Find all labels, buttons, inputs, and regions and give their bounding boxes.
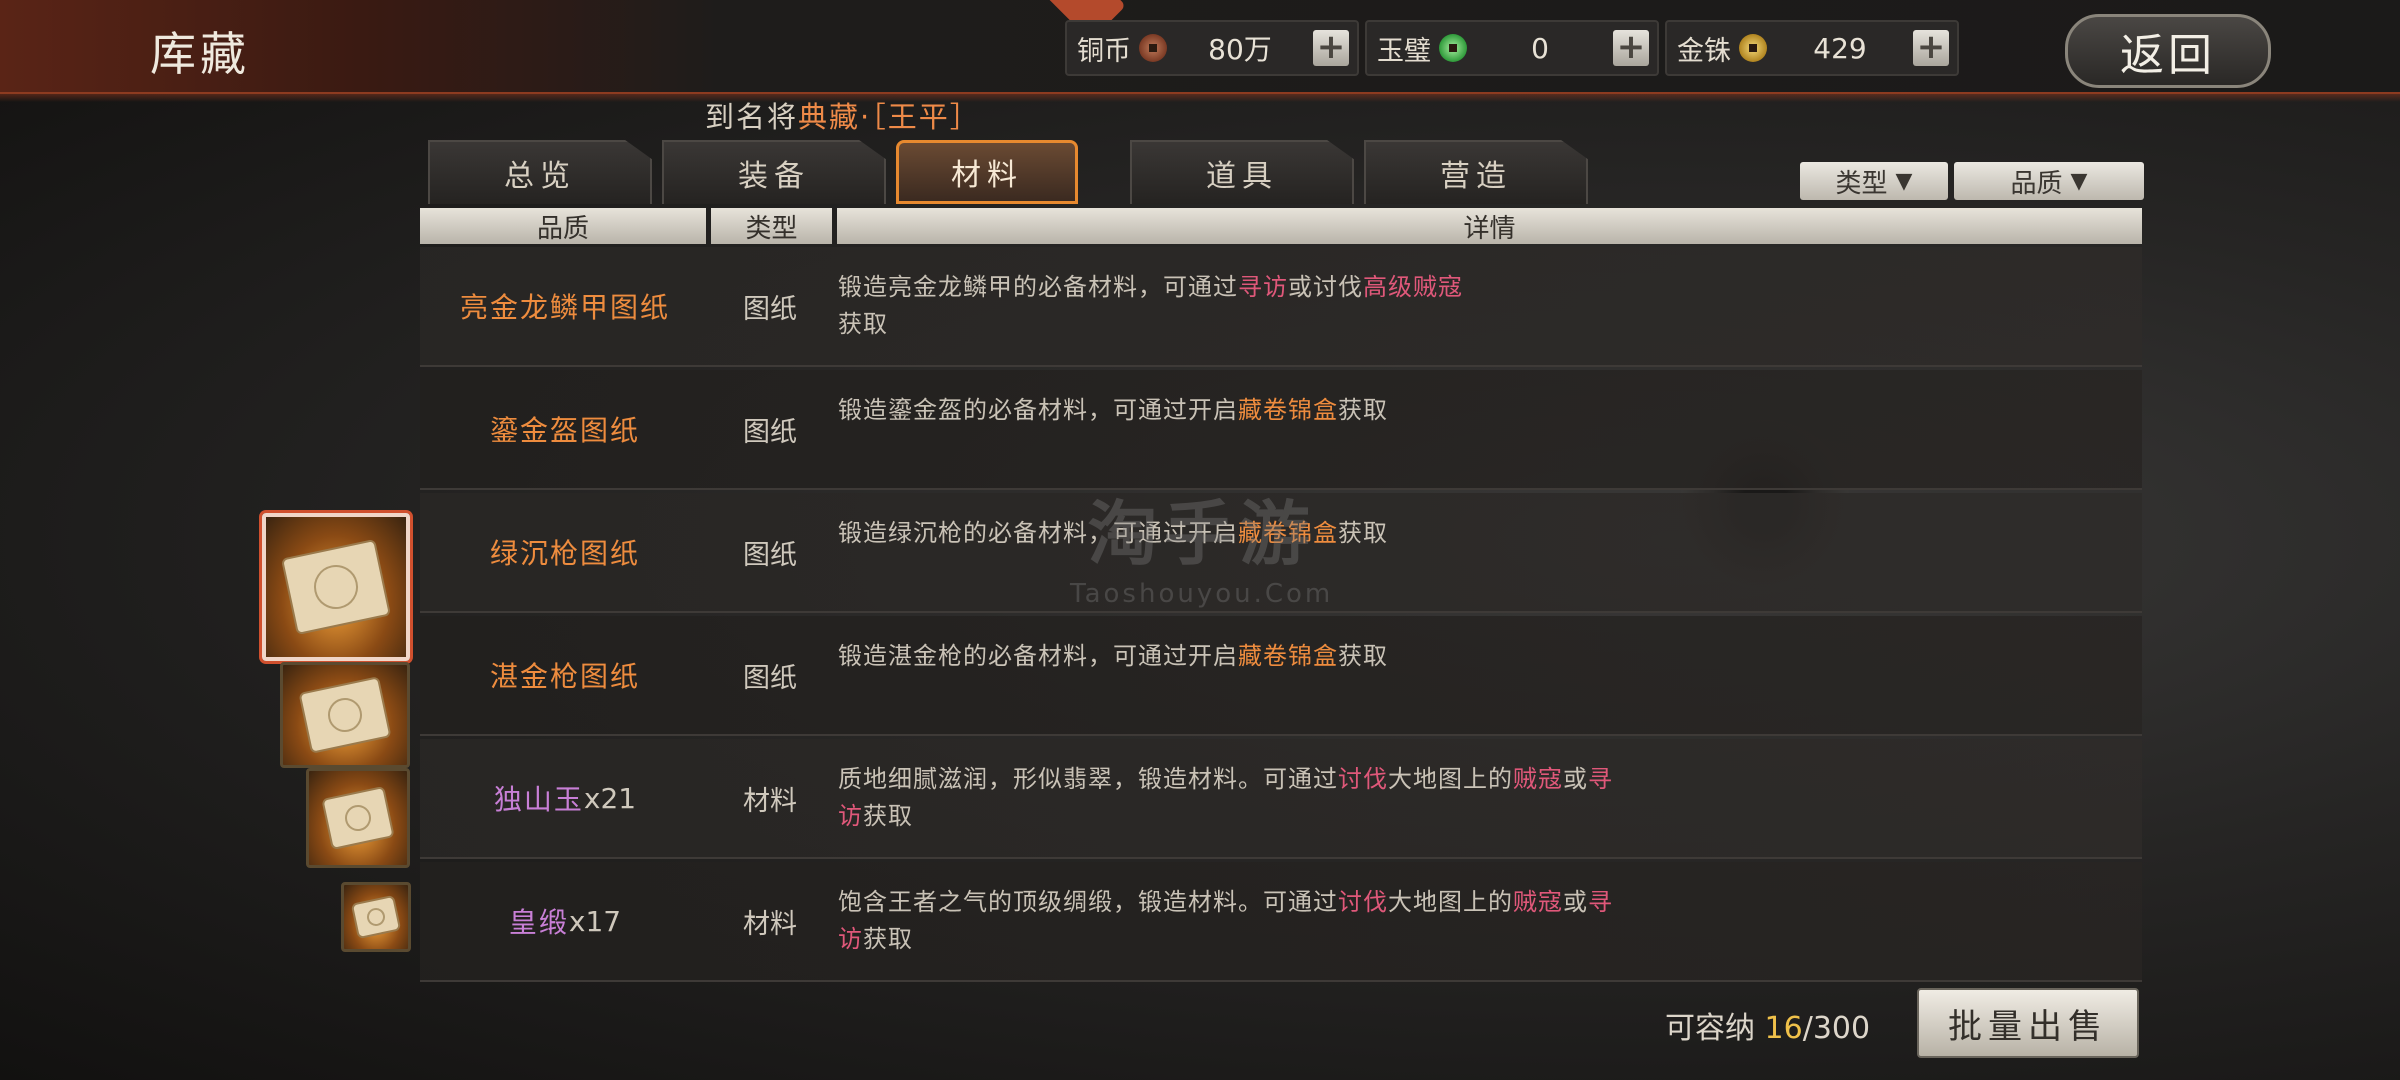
hero-name: 典藏	[798, 100, 861, 134]
blueprint-scroll-icon	[350, 894, 402, 940]
watermark: 淘手游 Taoshouyou.Com	[1070, 493, 1334, 609]
currency-value: 80万	[1208, 33, 1272, 66]
tab-construction[interactable]: 营造	[1364, 140, 1588, 204]
currency-jade: 玉璧 0 +	[1365, 20, 1659, 76]
hero-line: 到名将典藏·［王平］	[705, 94, 981, 136]
item-detail: 饱含王者之气的顶级绸缎，锻造材料。可通过讨伐大地图上的贼寇或寻访获取	[838, 888, 1613, 953]
add-jade-button[interactable]: +	[1613, 30, 1649, 66]
blueprint-scroll-icon	[298, 676, 392, 754]
item-detail: 质地细腻滋润，形似翡翠，锻造材料。可通过讨伐大地图上的贼寇或寻访获取	[838, 765, 1613, 830]
table-row[interactable]: 独山玉 x21 材料 质地细腻滋润，形似翡翠，锻造材料。可通过讨伐大地图上的贼寇或…	[420, 739, 2142, 859]
capacity-label: 可容纳	[1665, 1011, 1755, 1046]
item-type: 图纸	[743, 416, 797, 448]
item-name: 亮金龙鳞甲图纸	[459, 291, 670, 324]
add-copper-button[interactable]: +	[1313, 30, 1349, 66]
top-bar: 库藏 铜币 80万 + 玉璧 0 + 金铢 429 + 返回	[0, 0, 2400, 102]
copper-coin-icon	[1139, 34, 1167, 62]
hero-prefix: 到名将	[705, 100, 799, 134]
item-name: 鎏金盔图纸	[489, 414, 640, 447]
item-detail: 锻造亮金龙鳞甲的必备材料，可通过寻访或讨伐高级贼寇 获取	[838, 273, 1463, 338]
currency-name: 玉璧	[1377, 35, 1431, 67]
table-row[interactable]: 湛金枪图纸 图纸 锻造湛金枪的必备材料，可通过开启藏卷锦盒获取	[420, 616, 2142, 736]
item-name: 绿沉枪图纸	[489, 537, 640, 570]
item-name: 湛金枪图纸	[489, 660, 640, 693]
item-thumbnail[interactable]	[341, 882, 411, 952]
currency-value: 0	[1531, 31, 1549, 65]
quality-filter-label: 品质	[2010, 168, 2063, 199]
table-row[interactable]: 皇缎 x17 材料 饱含王者之气的顶级绸缎，锻造材料。可通过讨伐大地图上的贼寇或寻…	[420, 862, 2142, 982]
currency-name: 金铢	[1677, 35, 1731, 67]
capacity-indicator: 可容纳 16/300	[1665, 1003, 1870, 1047]
table-row[interactable]: 亮金龙鳞甲图纸 图纸 锻造亮金龙鳞甲的必备材料，可通过寻访或讨伐高级贼寇 获取	[420, 247, 2142, 367]
capacity-max: /300	[1802, 1011, 1871, 1046]
add-gold-button[interactable]: +	[1913, 30, 1949, 66]
item-thumbnail[interactable]	[280, 662, 410, 768]
back-button[interactable]: 返回	[2065, 14, 2271, 88]
type-filter-label: 类型	[1835, 168, 1888, 199]
hero-suffix: ·［王平］	[860, 100, 981, 134]
blueprint-scroll-icon	[321, 785, 395, 851]
item-name: 独山玉 x21	[493, 781, 637, 817]
item-type: 图纸	[743, 539, 797, 571]
chevron-down-icon: ▼	[2070, 168, 2088, 194]
tab-items[interactable]: 道具	[1130, 140, 1354, 204]
tab-materials[interactable]: 材料	[896, 140, 1078, 204]
page-title: 库藏	[150, 27, 250, 81]
chevron-down-icon: ▼	[1895, 168, 1913, 194]
gold-coin-icon	[1739, 34, 1767, 62]
column-header-type[interactable]: 类型	[711, 208, 832, 244]
jade-disc-icon	[1439, 34, 1467, 62]
capacity-current: 16	[1764, 1011, 1803, 1046]
currency-copper: 铜币 80万 +	[1065, 20, 1359, 76]
blueprint-scroll-icon	[280, 538, 392, 636]
item-thumbnail[interactable]	[306, 768, 410, 868]
selected-item-thumbnail[interactable]	[262, 513, 410, 661]
currency-name: 铜币	[1077, 35, 1131, 67]
currency-gold: 金铢 429 +	[1665, 20, 1959, 76]
item-type: 图纸	[743, 662, 797, 694]
column-header-detail: 详情	[837, 208, 2142, 244]
item-type: 图纸	[743, 293, 797, 325]
item-name: 皇缎 x17	[508, 904, 622, 940]
type-filter-button[interactable]: 类型 ▼	[1800, 162, 1948, 200]
bulk-sell-button[interactable]: 批量出售	[1917, 988, 2139, 1058]
tab-overview[interactable]: 总览	[428, 140, 652, 204]
item-detail: 锻造湛金枪的必备材料，可通过开启藏卷锦盒获取	[838, 642, 1388, 670]
currency-value: 429	[1813, 31, 1867, 65]
item-type: 材料	[743, 908, 797, 940]
item-type: 材料	[743, 785, 797, 817]
tab-equipment[interactable]: 装备	[662, 140, 886, 204]
quality-filter-button[interactable]: 品质 ▼	[1954, 162, 2144, 200]
column-header-quality[interactable]: 品质	[420, 208, 706, 244]
item-detail: 锻造鎏金盔的必备材料，可通过开启藏卷锦盒获取	[838, 396, 1388, 424]
table-row[interactable]: 鎏金盔图纸 图纸 锻造鎏金盔的必备材料，可通过开启藏卷锦盒获取	[420, 370, 2142, 490]
